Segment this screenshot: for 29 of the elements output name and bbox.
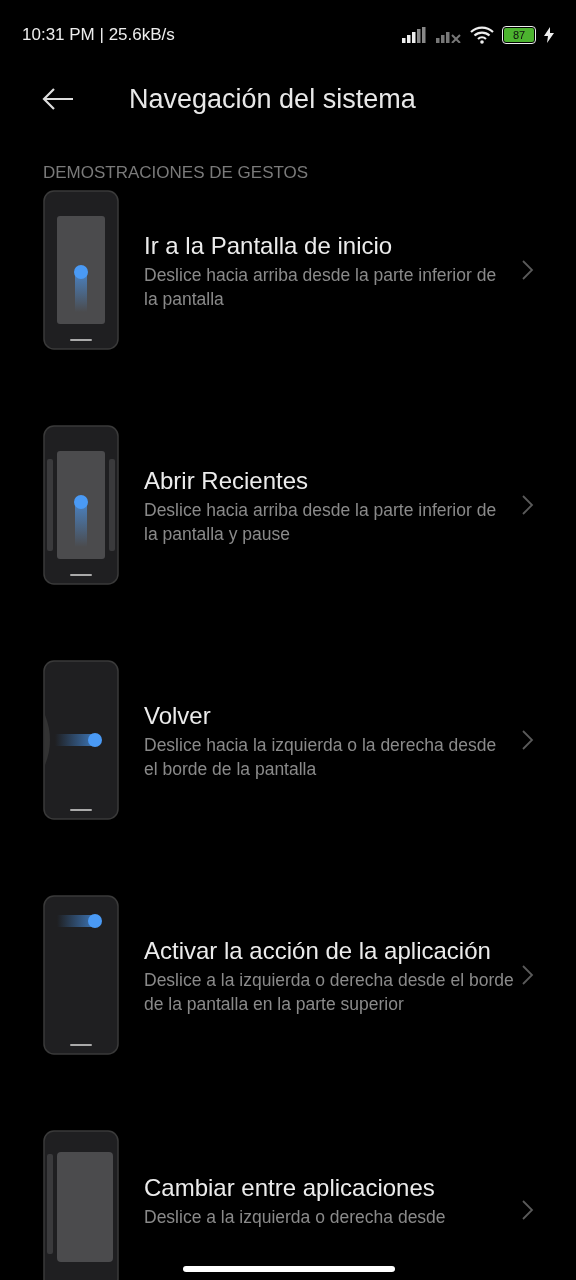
section-header: DEMOSTRACIONES DE GESTOS bbox=[43, 163, 309, 182]
item-description: Deslice hacia la izquierda o la derecha desde el borde de la pantalla bbox=[144, 733, 498, 781]
gesture-list-item[interactable]: Volver Deslice hacia la izquierda o la derecha desde el borde de la pantalla bbox=[0, 660, 576, 820]
item-description: Deslice hacia arriba desde la parte inferior de la pantalla bbox=[144, 263, 498, 311]
chevron-icon bbox=[522, 730, 534, 750]
gesture-list-item[interactable]: Abrir Recientes Deslice hacia arriba desde la parte inferior de la pantalla y pause bbox=[0, 425, 576, 585]
chevron-icon bbox=[522, 965, 534, 985]
chevron-icon bbox=[522, 495, 534, 515]
item-title: Activar la acción de la aplicación bbox=[144, 935, 492, 966]
item-description: Deslice a la izquierda o derecha desde el borde de la pantalla en la parte superior bbox=[144, 968, 514, 1016]
battery-level: 87 bbox=[504, 28, 534, 42]
chevron-icon bbox=[522, 1200, 534, 1220]
item-title: Volver bbox=[144, 700, 212, 731]
item-description: Deslice a la izquierda o derecha desde bbox=[144, 1206, 447, 1229]
wifi-icon bbox=[470, 26, 494, 44]
status-time: 10:31 PM | 25.6kB/s bbox=[22, 25, 175, 45]
item-title: Cambiar entre aplicaciones bbox=[144, 1173, 436, 1203]
item-description: Deslice hacia arriba desde la parte inferior de la pantalla y pause bbox=[144, 498, 498, 546]
item-title: Abrir Recientes bbox=[144, 465, 310, 496]
signal-icon bbox=[402, 27, 428, 43]
charging-icon bbox=[544, 27, 554, 43]
gesture-list-item[interactable]: Ir a la Pantalla de inicio Deslice hacia arriba desde la parte inferior de la pantalla bbox=[0, 190, 576, 350]
chevron-icon bbox=[522, 260, 534, 280]
item-title: Ir a la Pantalla de inicio bbox=[144, 230, 394, 261]
gesture-list-item[interactable]: Activar la acción de la aplicación Deslice a la izquierda o derecha desde el borde de la pantalla en la parte superior bbox=[0, 895, 576, 1055]
back-arrow-icon bbox=[42, 87, 74, 111]
back-button[interactable] bbox=[42, 87, 74, 111]
gesture-list-item[interactable]: Cambiar entre aplicaciones Deslice a la izquierda o derecha desde bbox=[0, 1130, 576, 1280]
page-title: Navegación del sistema bbox=[129, 83, 416, 115]
